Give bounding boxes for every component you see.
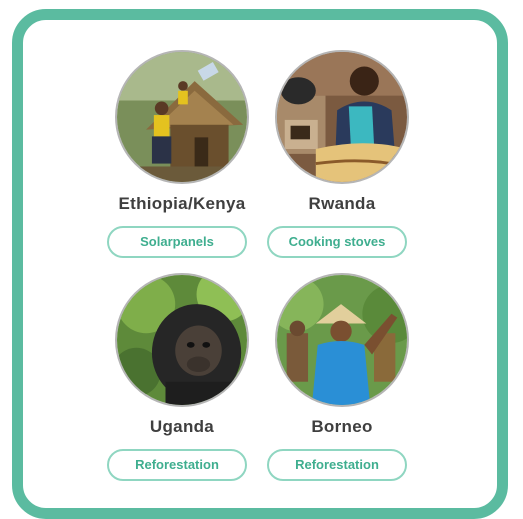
hut-with-solar-panel-photo (115, 50, 249, 184)
chimpanzee-photo (115, 273, 249, 407)
project-tag-button[interactable]: Solarpanels (107, 226, 247, 258)
farmer-in-forest-photo (275, 273, 409, 407)
project-tag-button[interactable]: Reforestation (267, 449, 407, 481)
project-tag-button[interactable]: Reforestation (107, 449, 247, 481)
woman-at-stove-photo (275, 50, 409, 184)
country-label: Ethiopia/Kenya (118, 194, 246, 213)
projects-panel: Ethiopia/Kenya Solarpanels Rwanda Cookin… (12, 9, 508, 519)
project-tag-button[interactable]: Cooking stoves (267, 226, 407, 258)
country-label: Borneo (311, 417, 373, 436)
country-label: Rwanda (308, 194, 376, 213)
country-label: Uganda (149, 417, 215, 436)
